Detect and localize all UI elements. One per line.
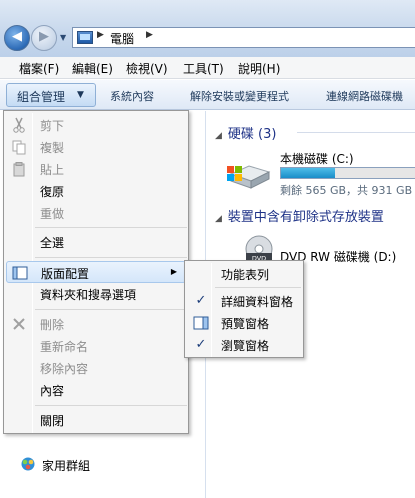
menu-item-undo[interactable]: 復原 [6, 180, 186, 202]
address-input[interactable]: ▶ 電腦 ▶ [72, 27, 415, 48]
forward-button[interactable]: ▶ [31, 25, 57, 51]
checkmark-icon: ✓ [195, 293, 207, 308]
recent-pages-chevron-icon[interactable]: ▼ [60, 33, 66, 42]
menu-tools[interactable]: 工具(T) [183, 60, 224, 77]
submenu-item-navigation-pane[interactable]: ✓ 瀏覽窗格 [187, 334, 303, 356]
back-button[interactable]: ◀ [4, 25, 30, 51]
checkmark-icon: ✓ [195, 337, 207, 352]
copy-icon [12, 140, 26, 155]
organize-button[interactable]: 組合管理 ▼ [6, 83, 96, 107]
menu-separator [35, 405, 187, 406]
menu-item-copy[interactable]: 複製 [6, 136, 186, 158]
menu-item-rename[interactable]: 重新命名 [6, 335, 186, 357]
menu-separator [215, 287, 301, 288]
group-header-removable[interactable]: ◢ 裝置中含有卸除式存放裝置 [215, 206, 384, 225]
address-bar-area: ◀ ▶ ▼ ▶ 電腦 ▶ [0, 0, 415, 57]
map-network-drive-button[interactable]: 連線網路磁碟機 [326, 88, 403, 104]
group-header-hard-disks[interactable]: ◢ 硬碟 (3) [215, 123, 276, 142]
menu-item-select-all[interactable]: 全選 [6, 231, 186, 253]
preview-pane-icon [193, 316, 209, 330]
back-arrow-icon: ◀ [12, 29, 22, 44]
command-toolbar: 組合管理 ▼ 系統內容 解除安裝或變更程式 連線網路磁碟機 [0, 80, 415, 110]
menu-item-cut[interactable]: 剪下 [6, 114, 186, 136]
drive-c-capacity-fill [281, 168, 335, 178]
menu-item-close[interactable]: 關閉 [6, 409, 186, 431]
menu-separator [35, 227, 187, 228]
menu-item-paste[interactable]: 貼上 [6, 158, 186, 180]
menu-item-remove-properties[interactable]: 移除內容 [6, 357, 186, 379]
breadcrumb-chevron-icon[interactable]: ▶ [97, 30, 104, 40]
paste-icon [13, 162, 25, 177]
submenu-item-preview-pane[interactable]: 預覽窗格 [187, 312, 303, 334]
breadcrumb-computer[interactable]: 電腦 [110, 30, 134, 47]
menu-item-delete[interactable]: 刪除 [6, 313, 186, 335]
uninstall-program-button[interactable]: 解除安裝或變更程式 [190, 88, 289, 104]
menu-separator [35, 309, 187, 310]
submenu-item-menu-bar[interactable]: 功能表列 [187, 263, 303, 285]
menu-item-layout[interactable]: 版面配置 ▶ [6, 261, 186, 283]
collapse-triangle-icon: ◢ [215, 214, 222, 224]
layout-icon [12, 266, 28, 280]
chevron-down-icon: ▼ [77, 90, 84, 100]
homegroup-label: 家用群組 [42, 459, 91, 473]
layout-submenu: 功能表列 ✓ 詳細資料窗格 預覽窗格 ✓ 瀏覽窗格 [184, 260, 304, 358]
drive-c-capacity-bar [280, 167, 415, 179]
delete-x-icon [13, 318, 25, 330]
submenu-arrow-icon: ▶ [170, 267, 177, 276]
organize-menu: 剪下 複製 貼上 復原 重做 全選 版面配置 ▶ 資料夾和搜尋選項 刪除 重新命… [3, 110, 189, 434]
menu-item-properties[interactable]: 內容 [6, 379, 186, 401]
menu-item-folder-options[interactable]: 資料夾和搜尋選項 [6, 283, 186, 305]
collapse-triangle-icon: ◢ [215, 131, 222, 141]
menu-bar: 檔案(F) 編輯(E) 檢視(V) 工具(T) 說明(H) [0, 57, 415, 79]
hard-drive-icon [227, 165, 271, 189]
group-divider [297, 132, 415, 133]
homegroup-icon [21, 457, 35, 471]
breadcrumb-chevron-icon[interactable]: ▶ [146, 30, 153, 40]
menu-view[interactable]: 檢視(V) [126, 60, 168, 77]
forward-arrow-icon: ▶ [39, 29, 49, 44]
menu-item-redo[interactable]: 重做 [6, 202, 186, 224]
submenu-item-details-pane[interactable]: ✓ 詳細資料窗格 [187, 290, 303, 312]
drive-c-free-space: 剩餘 565 GB，共 931 GB [280, 184, 413, 197]
organize-label: 組合管理 [17, 90, 66, 104]
scissors-icon [13, 117, 25, 133]
computer-icon [77, 31, 93, 44]
drive-c-name: 本機磁碟 (C:) [280, 152, 354, 166]
system-properties-button[interactable]: 系統內容 [110, 88, 154, 104]
menu-help[interactable]: 說明(H) [238, 60, 280, 77]
menu-file[interactable]: 檔案(F) [19, 60, 59, 77]
menu-separator [35, 257, 187, 258]
menu-edit[interactable]: 編輯(E) [72, 60, 113, 77]
